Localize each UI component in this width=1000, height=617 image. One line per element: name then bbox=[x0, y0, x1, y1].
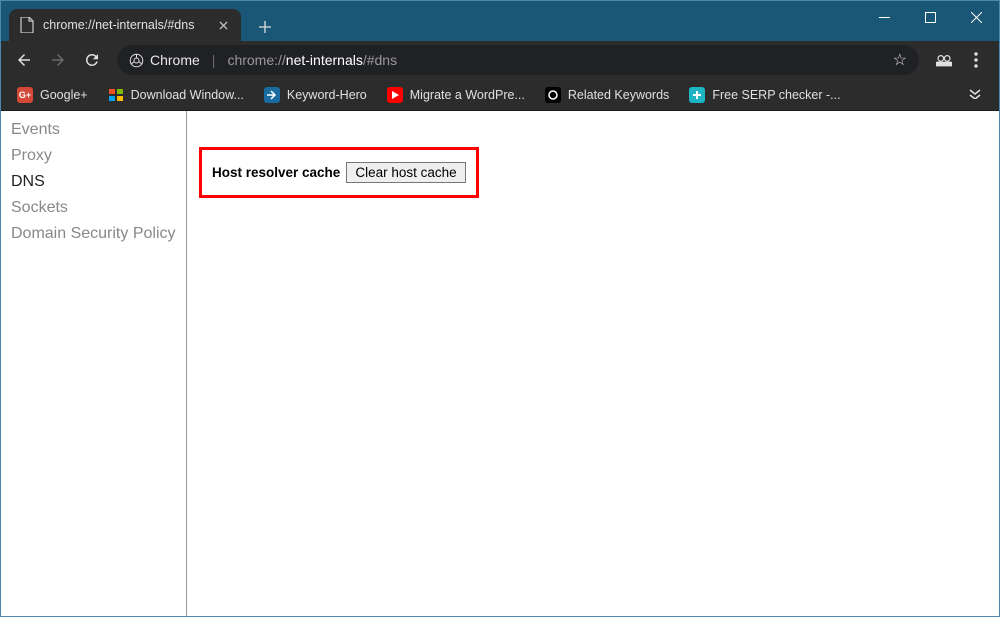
bookmark-google-plus[interactable]: G+ Google+ bbox=[11, 84, 94, 106]
browser-tab[interactable]: chrome://net-internals/#dns bbox=[9, 9, 241, 41]
sidebar-item-sockets[interactable]: Sockets bbox=[11, 195, 186, 221]
separator: | bbox=[212, 52, 216, 68]
favicon-icon bbox=[387, 87, 403, 103]
maximize-button[interactable] bbox=[907, 1, 953, 33]
bookmark-label: Related Keywords bbox=[568, 88, 669, 102]
forward-button[interactable] bbox=[43, 45, 73, 75]
bookmark-label: Free SERP checker -... bbox=[712, 88, 840, 102]
main-panel: Host resolver cache Clear host cache bbox=[187, 111, 999, 616]
menu-icon[interactable] bbox=[961, 45, 991, 75]
bookmark-label: Google+ bbox=[40, 88, 88, 102]
tab-close-icon[interactable] bbox=[215, 17, 231, 33]
favicon-icon bbox=[545, 87, 561, 103]
extension-icon[interactable] bbox=[929, 45, 959, 75]
close-window-button[interactable] bbox=[953, 1, 999, 33]
browser-toolbar: Chrome | chrome://net-internals/#dns ☆ bbox=[1, 41, 999, 79]
bookmarks-overflow-icon[interactable] bbox=[961, 82, 989, 108]
clear-host-cache-button[interactable]: Clear host cache bbox=[346, 162, 465, 183]
back-button[interactable] bbox=[9, 45, 39, 75]
page-icon bbox=[19, 17, 35, 33]
sidebar-item-domain-security[interactable]: Domain Security Policy bbox=[11, 221, 186, 247]
favicon-icon: G+ bbox=[17, 87, 33, 103]
window-titlebar: chrome://net-internals/#dns bbox=[1, 1, 999, 41]
origin-label: Chrome bbox=[150, 52, 200, 68]
origin-chip: Chrome bbox=[129, 52, 200, 68]
page-content: Events Proxy DNS Sockets Domain Security… bbox=[1, 111, 999, 616]
favicon-icon bbox=[264, 87, 280, 103]
favicon-icon bbox=[689, 87, 705, 103]
bookmark-download-windows[interactable]: Download Window... bbox=[102, 84, 250, 106]
minimize-button[interactable] bbox=[861, 1, 907, 33]
sidebar-item-events[interactable]: Events bbox=[11, 117, 186, 143]
sidebar: Events Proxy DNS Sockets Domain Security… bbox=[1, 111, 187, 616]
bookmark-migrate-wordpress[interactable]: Migrate a WordPre... bbox=[381, 84, 531, 106]
bookmarks-bar: G+ Google+ Download Window... Keyword-He… bbox=[1, 79, 999, 111]
new-tab-button[interactable] bbox=[251, 13, 279, 41]
sidebar-item-proxy[interactable]: Proxy bbox=[11, 143, 186, 169]
address-bar[interactable]: Chrome | chrome://net-internals/#dns ☆ bbox=[117, 45, 919, 75]
reload-button[interactable] bbox=[77, 45, 107, 75]
sidebar-item-dns[interactable]: DNS bbox=[11, 169, 186, 195]
bookmark-free-serp-checker[interactable]: Free SERP checker -... bbox=[683, 84, 846, 106]
chrome-icon bbox=[129, 53, 144, 68]
window-controls bbox=[861, 1, 999, 33]
host-resolver-cache-label: Host resolver cache bbox=[212, 165, 340, 180]
url-text: chrome://net-internals/#dns bbox=[227, 52, 397, 68]
bookmark-keyword-hero[interactable]: Keyword-Hero bbox=[258, 84, 373, 106]
bookmark-label: Keyword-Hero bbox=[287, 88, 367, 102]
toolbar-actions bbox=[929, 45, 991, 75]
bookmark-label: Download Window... bbox=[131, 88, 244, 102]
bookmark-star-icon[interactable]: ☆ bbox=[893, 50, 907, 70]
tab-title: chrome://net-internals/#dns bbox=[43, 18, 194, 32]
tabs-area: chrome://net-internals/#dns bbox=[1, 1, 279, 41]
bookmark-label: Migrate a WordPre... bbox=[410, 88, 525, 102]
highlight-annotation: Host resolver cache Clear host cache bbox=[199, 147, 479, 198]
bookmark-related-keywords[interactable]: Related Keywords bbox=[539, 84, 675, 106]
favicon-icon bbox=[108, 87, 124, 103]
